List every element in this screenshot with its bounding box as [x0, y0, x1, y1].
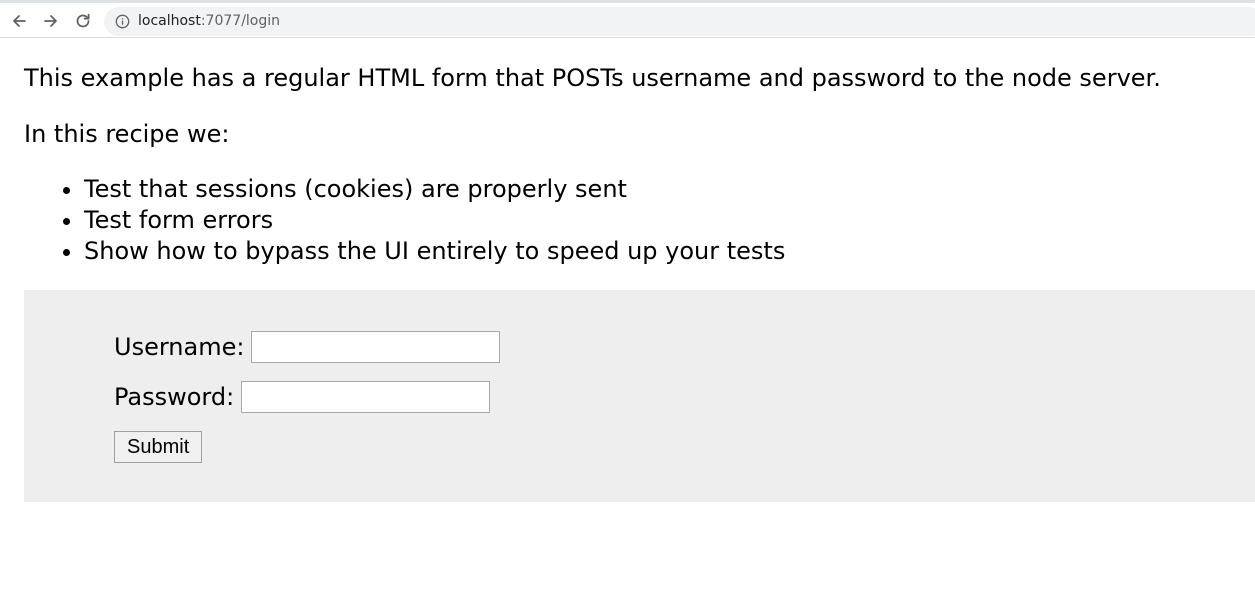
intro-text: This example has a regular HTML form tha… — [24, 64, 1161, 92]
recipe-intro-text: In this recipe we: — [24, 120, 230, 148]
info-icon[interactable] — [115, 14, 130, 29]
submit-button[interactable]: Submit — [114, 431, 203, 463]
url-path: :7077/login — [200, 13, 281, 29]
address-bar[interactable]: localhost:7077/login — [104, 7, 1255, 36]
username-label: Username: — [114, 333, 245, 361]
password-label: Password: — [114, 383, 235, 411]
password-row: Password: — [114, 381, 491, 413]
login-form: Username: Password: Submit — [24, 290, 1255, 502]
username-input[interactable] — [251, 331, 501, 363]
list-item: Show how to bypass the UI entirely to sp… — [84, 236, 785, 267]
back-arrow-icon — [13, 15, 26, 27]
url-text: localhost:7077/login — [138, 13, 280, 30]
url-host: localhost — [138, 13, 201, 29]
password-input[interactable] — [241, 381, 491, 413]
list-item: Test that sessions (cookies) are properl… — [84, 174, 785, 205]
recipe-steps-list: Test that sessions (cookies) are properl… — [24, 174, 785, 267]
forward-button[interactable] — [38, 8, 64, 34]
reload-button[interactable] — [70, 8, 96, 34]
username-row: Username: — [114, 331, 501, 363]
reload-icon — [76, 13, 90, 28]
browser-toolbar: localhost:7077/login — [0, 0, 1255, 38]
forward-arrow-icon — [44, 15, 57, 27]
list-item: Test form errors — [84, 205, 785, 236]
back-button[interactable] — [6, 8, 32, 34]
